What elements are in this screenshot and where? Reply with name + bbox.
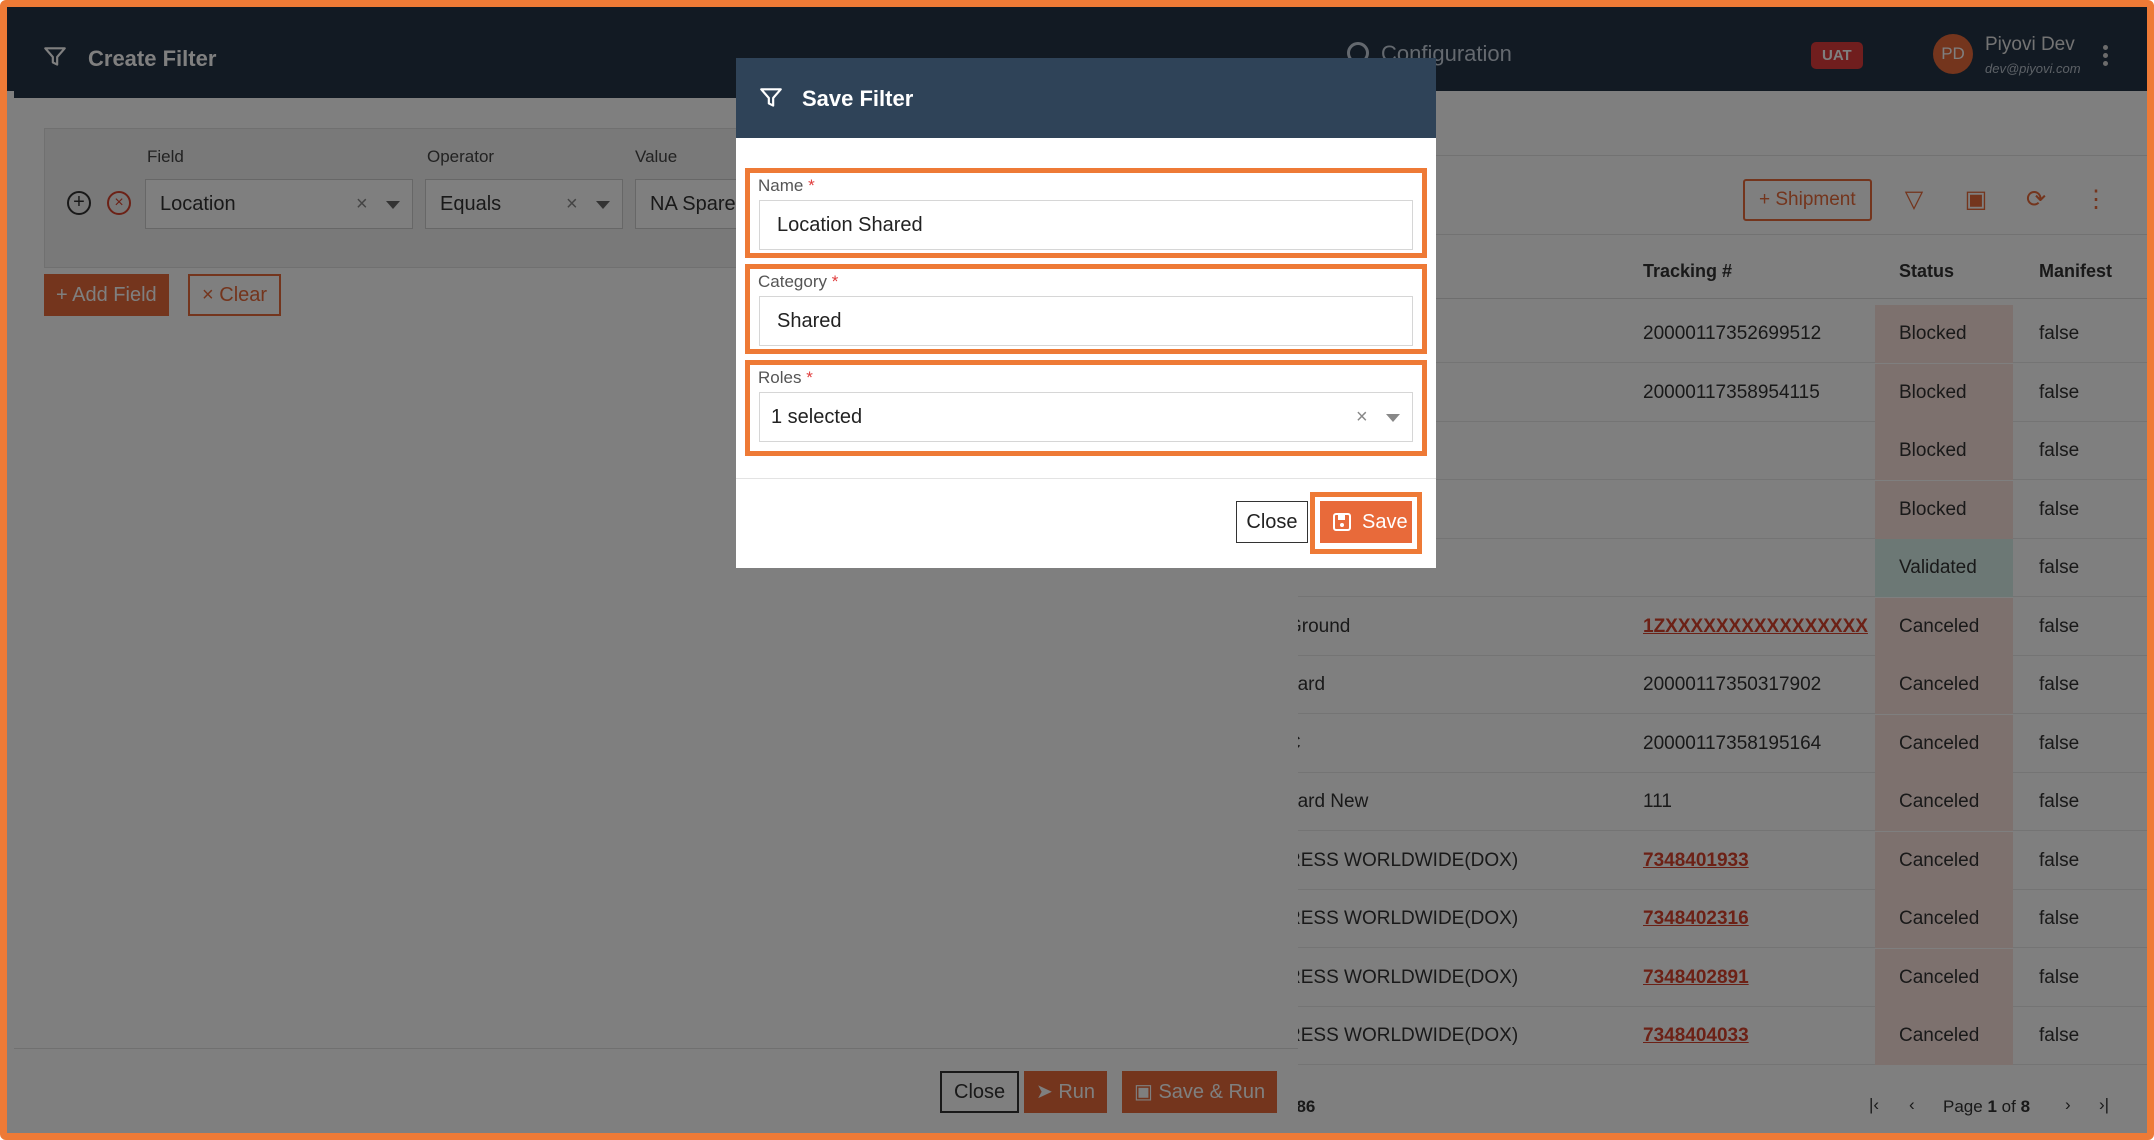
category-label: Category *: [758, 272, 839, 291]
dialog-divider: [736, 478, 1436, 479]
name-label: Name *: [758, 176, 815, 195]
dialog-close-button[interactable]: Close: [1236, 501, 1308, 543]
save-filter-dialog: Save Filter Name * Location Shared Categ…: [736, 58, 1436, 568]
dialog-save-button[interactable]: Save: [1320, 501, 1412, 543]
roles-select-value: 1 selected: [771, 406, 863, 428]
category-input[interactable]: Shared: [759, 296, 1413, 346]
roles-label: Roles *: [758, 368, 813, 387]
roles-select[interactable]: 1 selected ×: [759, 392, 1413, 442]
name-input[interactable]: Location Shared: [759, 200, 1413, 250]
screen-frame: Configuration UAT PD Piyovi Dev dev@piyo…: [0, 0, 2154, 1140]
chevron-down-icon[interactable]: [1386, 414, 1400, 422]
filter-icon: [760, 88, 782, 107]
save-filter-title: Save Filter: [802, 86, 914, 111]
save-label: Save: [1362, 511, 1408, 533]
save-filter-header: Save Filter: [736, 58, 1436, 138]
clear-icon[interactable]: ×: [1356, 393, 1368, 441]
save-icon: [1333, 513, 1351, 531]
